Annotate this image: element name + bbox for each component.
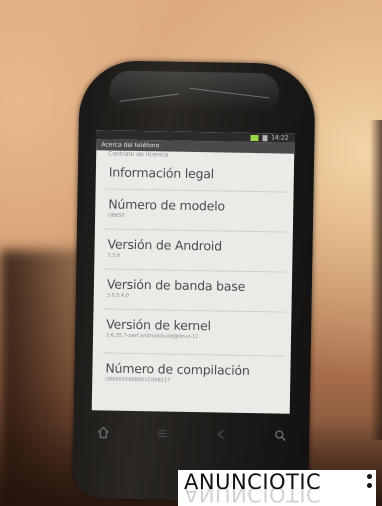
second-phone-edge: [370, 120, 382, 440]
divider: [105, 188, 288, 193]
list-item-baseband: Versión de banda base 3.0.5.4.0: [107, 276, 287, 301]
smartphone: 14:22 Acerca del teléfono Contrato de li…: [72, 59, 316, 503]
partial-list-item[interactable]: Contrato de licencia: [108, 150, 168, 158]
phone-screen: 14:22 Acerca del teléfono Contrato de li…: [91, 130, 295, 414]
item-title: Versión de Android: [107, 236, 223, 254]
divider: [104, 268, 287, 273]
item-title: Información legal: [108, 164, 215, 182]
divider: [102, 352, 285, 357]
list-item-legal[interactable]: Información legal: [109, 164, 289, 182]
status-time: 14:22: [271, 134, 289, 142]
hardware-keys: [73, 412, 310, 456]
menu-icon[interactable]: [155, 426, 169, 440]
item-title: Versión de banda base: [106, 276, 246, 294]
signal-icon: [250, 134, 259, 141]
phone-gloss: [108, 70, 280, 114]
watermark-dots: [367, 474, 373, 492]
list-item-android-version: Versión de Android 2.3.6: [107, 236, 287, 261]
battery-icon: [262, 134, 268, 141]
item-title: Versión de kernel: [106, 316, 211, 334]
search-icon[interactable]: [273, 428, 287, 442]
list-item-kernel: Versión de kernel 2.6.35.7-perf android-…: [106, 316, 286, 341]
watermark-reflection: ANUNCIOTIC: [184, 488, 322, 506]
divider: [104, 228, 287, 233]
item-title: Número de compilación: [105, 360, 250, 378]
divider: [103, 308, 286, 313]
back-icon[interactable]: [214, 427, 228, 441]
home-icon[interactable]: [96, 425, 110, 439]
list-item-model: Número de modelo U8650: [108, 196, 288, 221]
list-item-build-number: Número de compilación U8650V100R001C00B1…: [105, 360, 285, 385]
item-title: Número de modelo: [108, 196, 226, 214]
watermark: ANUNCIOTIC ANUNCIOTIC: [178, 470, 376, 506]
